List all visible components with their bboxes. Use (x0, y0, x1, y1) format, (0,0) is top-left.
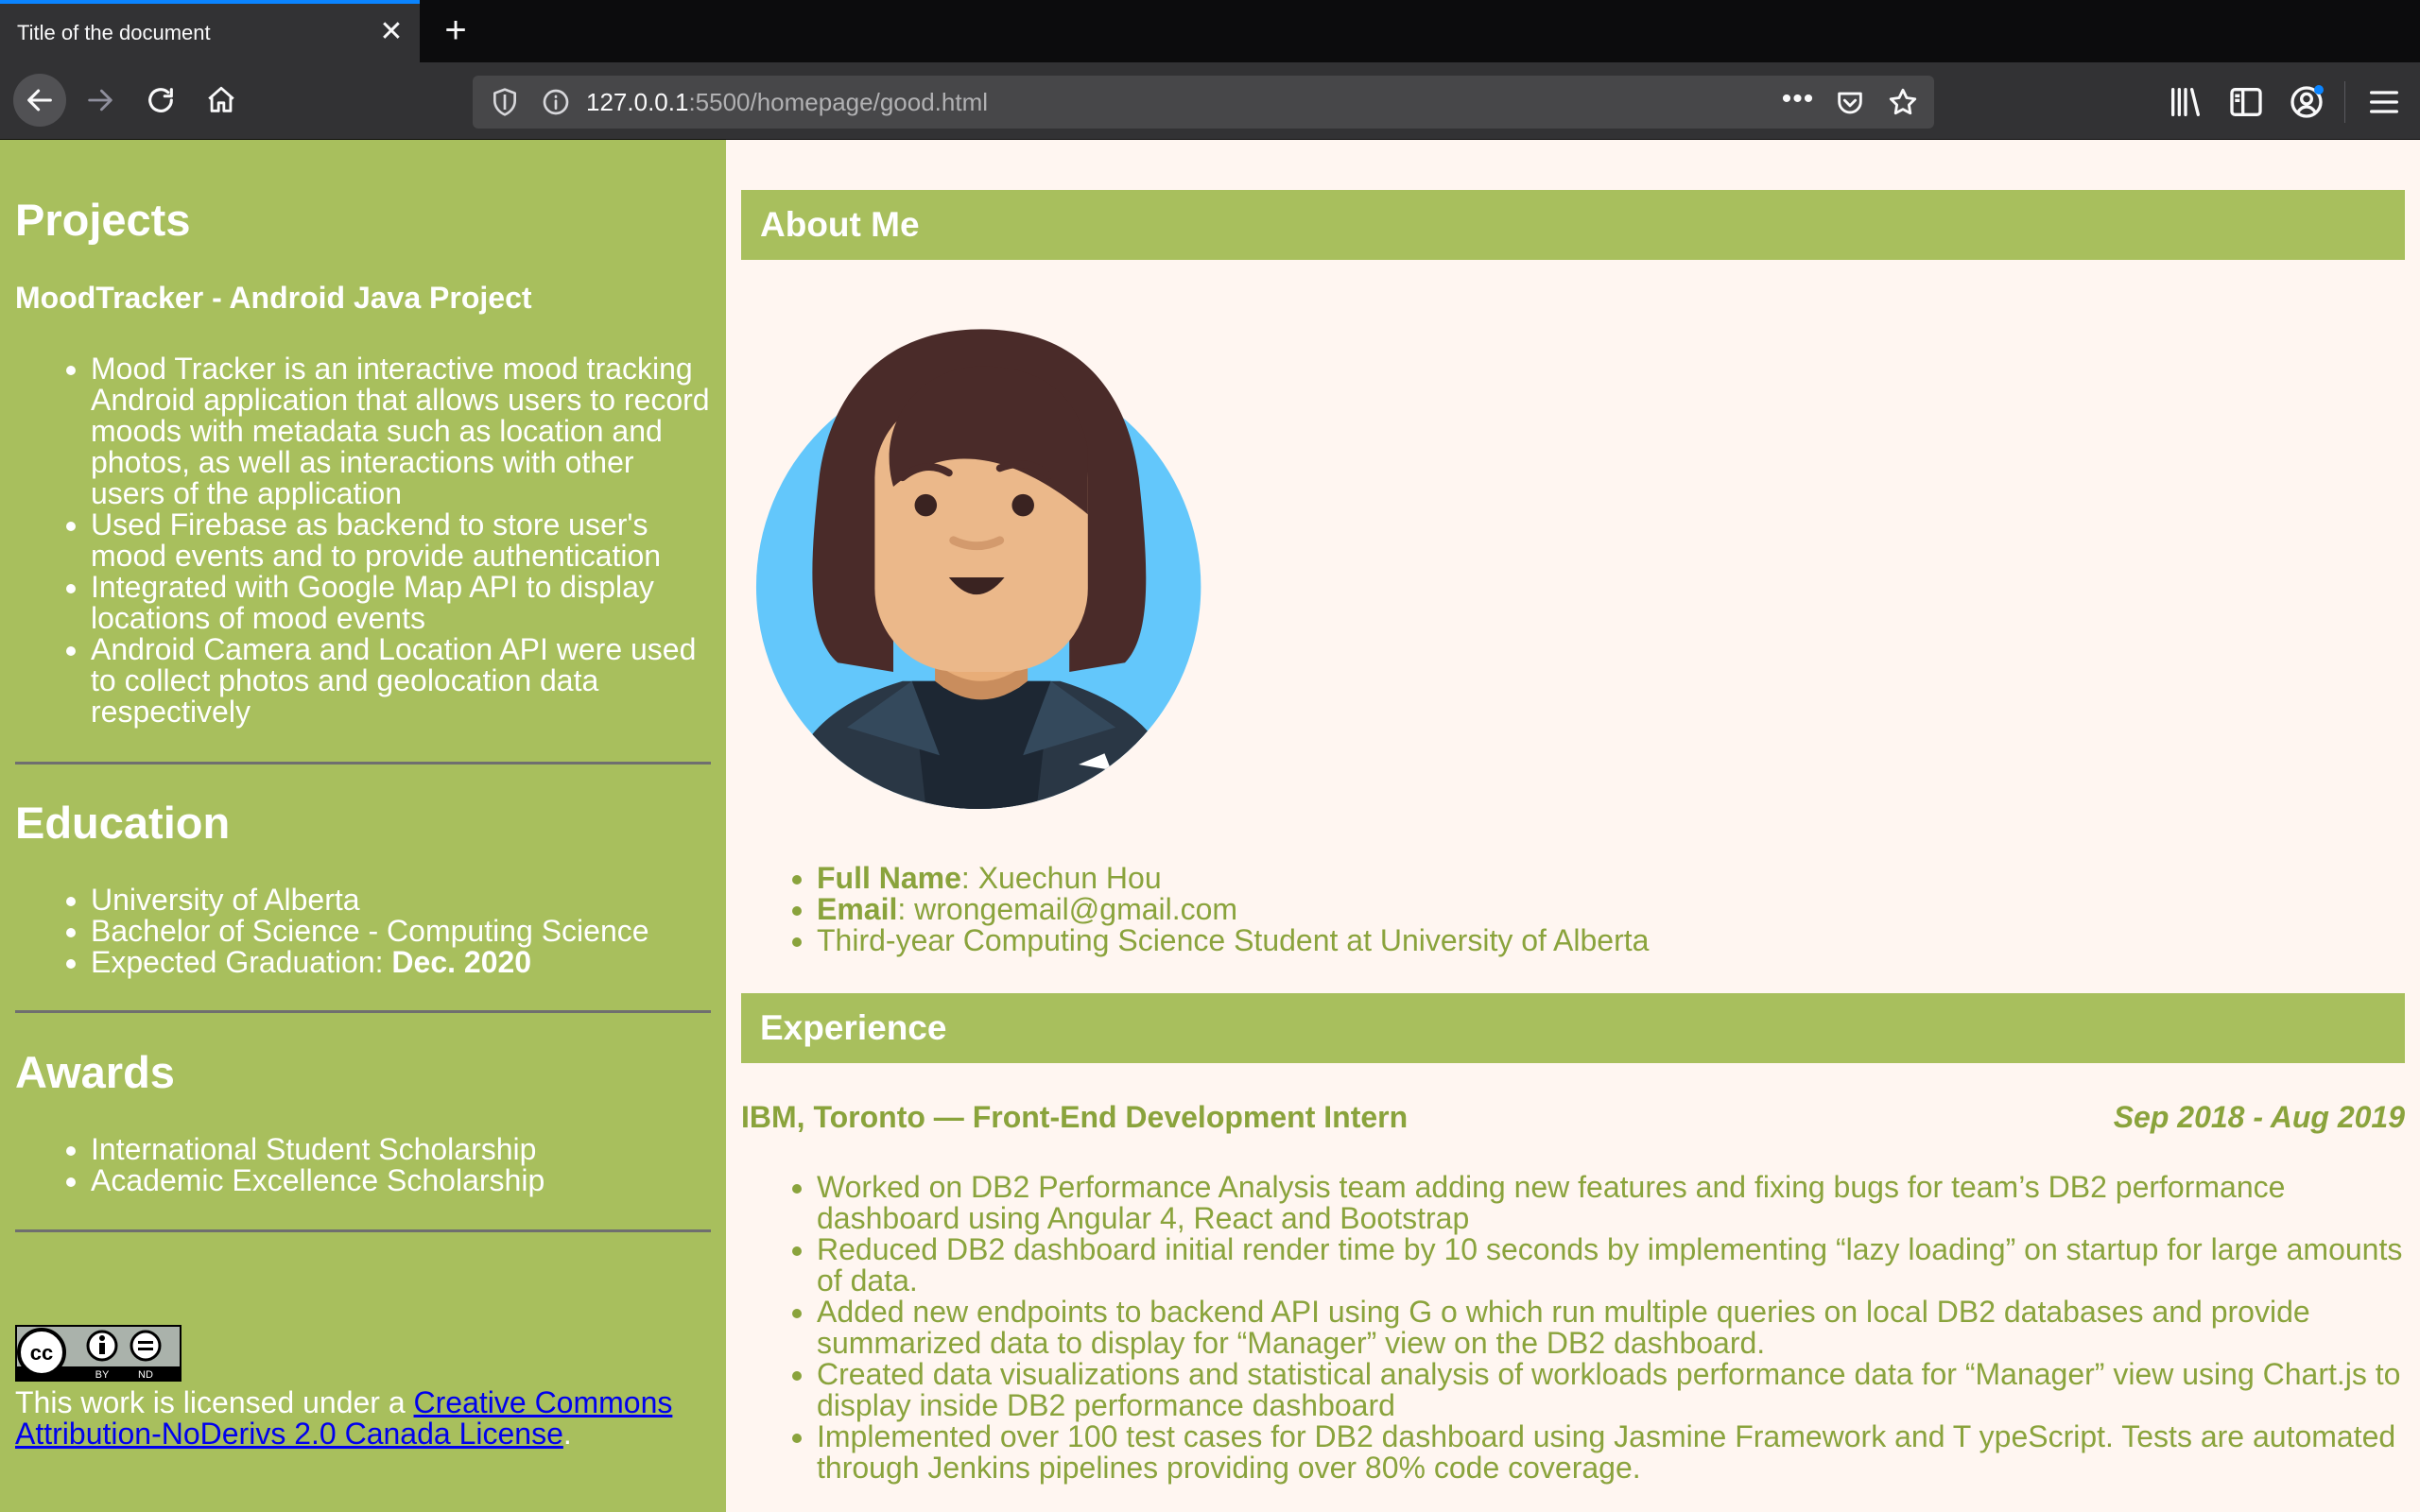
projects-heading: Projects (15, 195, 191, 245)
toolbar-separator (2344, 81, 2345, 123)
cc-nd-label: ND (138, 1369, 153, 1381)
license-suffix: . (562, 1417, 572, 1451)
hamburger-menu-icon[interactable] (2365, 83, 2403, 121)
tab-title: Title of the document (17, 21, 211, 44)
list-item: Email: wrongemail@gmail.com (817, 894, 2405, 925)
job-dates: Sep 2018 - Aug 2019 (2113, 1100, 2405, 1134)
graduation-date: Dec. 2020 (391, 945, 532, 979)
active-tab[interactable]: Title of the document ✕ (0, 0, 420, 62)
close-tab-icon[interactable]: ✕ (374, 15, 408, 49)
reload-icon (148, 88, 173, 112)
page-actions-icon[interactable]: ••• (1781, 85, 1815, 117)
divider (15, 762, 711, 765)
sidebar-toggle-icon[interactable] (2227, 83, 2265, 121)
list-item: Created data visualizations and statisti… (817, 1359, 2405, 1421)
education-heading: Education (15, 798, 231, 848)
graduation-label: Expected Graduation: (91, 945, 392, 979)
pocket-icon[interactable] (1834, 87, 1866, 119)
awards-heading: Awards (15, 1047, 175, 1097)
avatar (755, 329, 1201, 810)
account-button[interactable] (2288, 83, 2325, 121)
list-item: Used Firebase as backend to store user's… (91, 509, 711, 572)
reload-button[interactable] (136, 76, 185, 125)
email-label: Email (817, 892, 898, 926)
page-viewport: Projects MoodTracker - Android Java Proj… (0, 140, 2420, 1512)
tracking-shield-icon[interactable] (490, 87, 520, 117)
email-value: : wrongemail@gmail.com (897, 892, 1238, 926)
navigation-toolbar: 127.0.0.1:5500/homepage/good.html ••• (0, 62, 2420, 140)
library-icon[interactable] (2167, 83, 2204, 121)
list-item: Bachelor of Science - Computing Science (91, 916, 711, 947)
list-item: Worked on DB2 Performance Analysis team … (817, 1172, 2405, 1234)
tab-strip: Title of the document ✕ + (0, 0, 2420, 62)
divider (15, 1010, 711, 1013)
list-item: Third-year Computing Science Student at … (817, 925, 2405, 956)
main-content: About Me Full Name: Xu (726, 140, 2420, 1512)
job-title: IBM, Toronto — Front-End Development Int… (741, 1100, 1409, 1134)
back-arrow-icon (27, 89, 52, 112)
license-prefix: This work is licensed under a (15, 1385, 414, 1419)
cc-by-label: BY (95, 1369, 110, 1381)
address-bar[interactable]: 127.0.0.1:5500/homepage/good.html ••• (473, 76, 1934, 129)
experience-heading: Experience (741, 993, 2405, 1063)
back-button[interactable] (13, 74, 66, 127)
home-button[interactable] (197, 76, 246, 125)
left-sidebar: Projects MoodTracker - Android Java Proj… (0, 140, 726, 1512)
forward-button[interactable] (76, 76, 125, 125)
no-derivatives-icon (130, 1330, 162, 1362)
full-name-label: Full Name (817, 861, 961, 895)
url-text[interactable]: 127.0.0.1:5500/homepage/good.html (586, 88, 988, 117)
new-tab-icon[interactable]: + (437, 11, 475, 49)
list-item: Reduced DB2 dashboard initial render tim… (817, 1234, 2405, 1297)
list-item: International Student Scholarship (91, 1134, 711, 1165)
license-text: This work is licensed under a Creative C… (15, 1387, 711, 1450)
experience-bullets: Worked on DB2 Performance Analysis team … (741, 1172, 2405, 1484)
list-item: Mood Tracker is an interactive mood trac… (91, 353, 711, 509)
list-item: Full Name: Xuechun Hou (817, 863, 2405, 894)
forward-arrow-icon (88, 89, 112, 112)
creative-commons-badge[interactable]: cc BY ND (15, 1325, 182, 1382)
full-name-value: : Xuechun Hou (960, 861, 1162, 895)
list-item: Integrated with Google Map API to displa… (91, 572, 711, 634)
site-info-icon[interactable] (541, 87, 571, 117)
list-item: Academic Excellence Scholarship (91, 1165, 711, 1196)
list-item: University of Alberta (91, 885, 711, 916)
list-item: Expected Graduation: Dec. 2020 (91, 947, 711, 978)
cc-badge-text: cc (30, 1341, 53, 1365)
list-item: Android Camera and Location API were use… (91, 634, 711, 728)
list-item: Implemented over 100 test cases for DB2 … (817, 1421, 2405, 1484)
awards-bullets: International Student Scholarship Academ… (15, 1134, 711, 1196)
notification-dot (2314, 85, 2324, 94)
project-bullets: Mood Tracker is an interactive mood trac… (15, 353, 711, 728)
home-icon (208, 86, 234, 112)
about-me-details: Full Name: Xuechun Hou Email: wrongemail… (741, 863, 2405, 956)
education-bullets: University of Alberta Bachelor of Scienc… (15, 885, 711, 978)
url-host: 127.0.0.1 (586, 88, 689, 116)
bookmark-star-icon[interactable] (1887, 86, 1919, 118)
list-item: Added new endpoints to backend API using… (817, 1297, 2405, 1359)
project-title: MoodTracker - Android Java Project (15, 281, 532, 315)
url-path: :5500/homepage/good.html (688, 88, 989, 116)
about-me-heading: About Me (741, 190, 2405, 260)
divider (15, 1229, 711, 1232)
